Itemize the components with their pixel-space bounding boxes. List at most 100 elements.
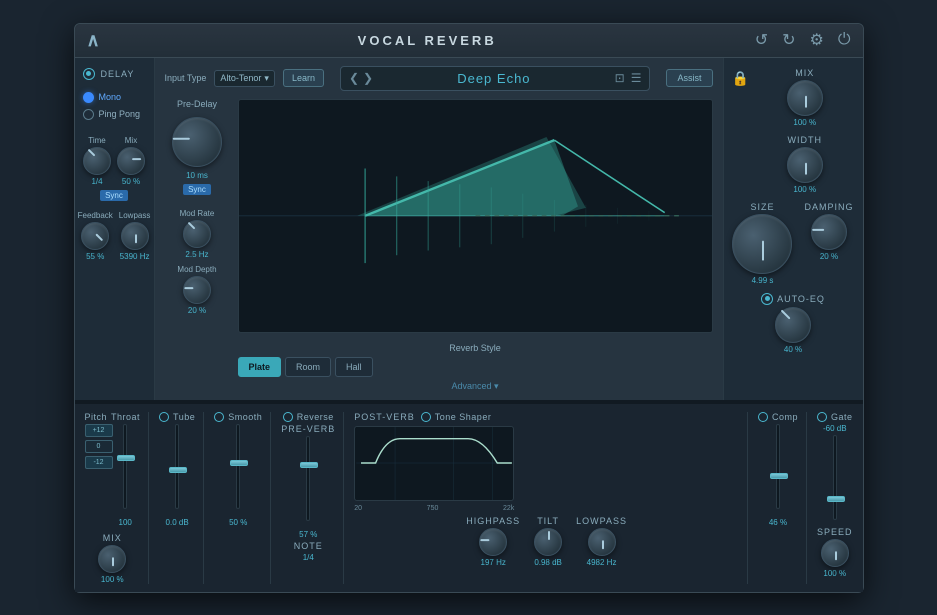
settings-icon[interactable]: ⚙ [810, 30, 824, 50]
tilt-value: 0.98 dB [534, 558, 562, 567]
auto-eq-power-button[interactable] [761, 293, 773, 305]
bottom-mix-label: Mix [103, 533, 122, 543]
mix-knob[interactable] [117, 147, 145, 175]
gate-power[interactable] [817, 412, 827, 422]
predelay-value: 10 ms [186, 171, 208, 180]
plate-button[interactable]: Plate [238, 357, 282, 377]
reverse-power[interactable] [283, 412, 293, 422]
undo-icon[interactable]: ↺ [755, 30, 768, 50]
gate-speed-knob[interactable] [821, 539, 849, 567]
reverb-style-section: Reverb Style Plate Room Hall Advanced ▾ [238, 343, 713, 392]
menu-icon[interactable]: ☰ [631, 71, 642, 85]
gate-speed-label: Speed [817, 527, 853, 537]
assist-button[interactable]: Assist [666, 69, 712, 87]
tube-fader-handle[interactable] [169, 467, 187, 473]
sync-badge[interactable]: Sync [100, 190, 128, 201]
lowpass-knob[interactable] [121, 222, 149, 250]
delay-power-row: Delay [83, 68, 146, 80]
right-mix-knob[interactable] [787, 80, 823, 116]
main-content-row: Pre-Delay 10 ms Sync Mod Rate 2.5 Hz Mod… [165, 99, 713, 392]
tilt-label: Tilt [537, 516, 559, 526]
feedback-knob[interactable] [81, 222, 109, 250]
throat-fader-handle[interactable] [117, 455, 135, 461]
damping-label: Damping [804, 202, 853, 212]
tilt-knob[interactable] [534, 528, 562, 556]
size-knob[interactable] [732, 214, 792, 274]
right-width-knob[interactable] [787, 147, 823, 183]
predelay-section: Pre-Delay 10 ms Sync Mod Rate 2.5 Hz Mod… [165, 99, 230, 392]
tone-lowpass-value: 4982 Hz [587, 558, 617, 567]
reverb-style-row: Plate Room Hall [238, 357, 713, 377]
next-preset-button[interactable]: ❯ [363, 71, 373, 85]
mono-option[interactable]: Mono [83, 92, 146, 103]
reverse-note-value: 1/4 [303, 553, 314, 562]
throat-value: 100 [119, 518, 132, 527]
room-button[interactable]: Room [285, 357, 331, 377]
redo-icon[interactable]: ↻ [782, 30, 795, 50]
reverse-fader-handle[interactable] [300, 462, 318, 468]
reverse-value: 57 % [299, 530, 317, 539]
title-bar-controls: ↺ ↻ ⚙ ⏻ [755, 30, 851, 50]
arturia-logo: ∧ [87, 30, 100, 51]
comp-value: 46 % [769, 518, 787, 527]
tone-knobs-row: Highpass 197 Hz Tilt 0.98 dB Lowpass 498… [354, 516, 739, 567]
reverse-fader: 57 % [299, 436, 317, 539]
lowpass-label: Lowpass [119, 211, 151, 220]
bottom-mix-knob[interactable] [98, 545, 126, 573]
power-icon[interactable]: ⏻ [838, 31, 851, 49]
smooth-fader-handle[interactable] [230, 460, 248, 466]
mod-rate-knob[interactable] [183, 220, 211, 248]
delay-knobs: Time 1/4 Mix 50 % Sync Feedback [83, 136, 146, 261]
mono-radio [83, 92, 94, 103]
learn-button[interactable]: Learn [283, 69, 324, 87]
mix-label: Mix [125, 136, 137, 145]
damping-value: 20 % [820, 252, 838, 261]
pitch-minus12: -12 [85, 456, 113, 469]
hall-button[interactable]: Hall [335, 357, 373, 377]
input-type-dropdown[interactable]: Alto-Tenor ▾ [214, 70, 275, 87]
predelay-label: Pre-Delay [177, 99, 217, 109]
smooth-power[interactable] [214, 412, 224, 422]
right-mix-value: 100 % [793, 118, 816, 127]
comp-fader-handle[interactable] [770, 473, 788, 479]
pitch-module-title: Pitch [85, 412, 108, 422]
mod-depth-knob[interactable] [183, 276, 211, 304]
mod-rate-value: 2.5 Hz [185, 250, 208, 259]
time-knob[interactable] [83, 147, 111, 175]
auto-eq-knob[interactable] [775, 307, 811, 343]
tube-power[interactable] [159, 412, 169, 422]
right-width-value: 100 % [793, 185, 816, 194]
bookmark-icon[interactable]: ⊡ [615, 71, 625, 85]
prev-preset-button[interactable]: ❮ [349, 71, 359, 85]
delay-power-button[interactable] [83, 68, 95, 80]
mix-group: Mix 50 % [117, 136, 145, 186]
tone-shaper-svg [355, 427, 513, 500]
tone-shaper-power[interactable] [421, 412, 431, 422]
gate-fader-handle[interactable] [827, 496, 845, 502]
freq-high: 22k [503, 505, 514, 512]
predelay-sync-badge[interactable]: Sync [183, 184, 211, 195]
delay-label: Delay [101, 69, 135, 79]
right-panel: 🔒 Mix 100 % Width 100 % [723, 58, 863, 400]
tone-lowpass-label: Lowpass [576, 516, 627, 526]
bottom-mix-value: 100 % [101, 575, 124, 584]
gate-db: -60 dB [823, 424, 847, 433]
pitch-zero: 0 [85, 440, 113, 453]
tube-fader: 0.0 dB [166, 424, 189, 527]
tone-lowpass-knob[interactable] [588, 528, 616, 556]
lock-icon[interactable]: 🔒 [732, 70, 749, 87]
highpass-label: Highpass [466, 516, 520, 526]
damping-knob[interactable] [811, 214, 847, 250]
throat-module-title: Throat [111, 412, 140, 422]
size-label: Size [750, 202, 774, 212]
advanced-link[interactable]: Advanced ▾ [238, 381, 713, 392]
plugin-title: VOCAL REVERB [358, 33, 497, 48]
mode-options: Mono Ping Pong [83, 92, 146, 120]
time-label: Time [88, 136, 105, 145]
predelay-knob[interactable] [172, 117, 222, 167]
pre-verb-label: Pre-Verb [281, 424, 335, 434]
input-type-row: Input Type Alto-Tenor ▾ Learn ❮ ❯ Deep E… [165, 66, 713, 91]
comp-power[interactable] [758, 412, 768, 422]
ping-pong-option[interactable]: Ping Pong [83, 109, 146, 120]
highpass-knob[interactable] [479, 528, 507, 556]
